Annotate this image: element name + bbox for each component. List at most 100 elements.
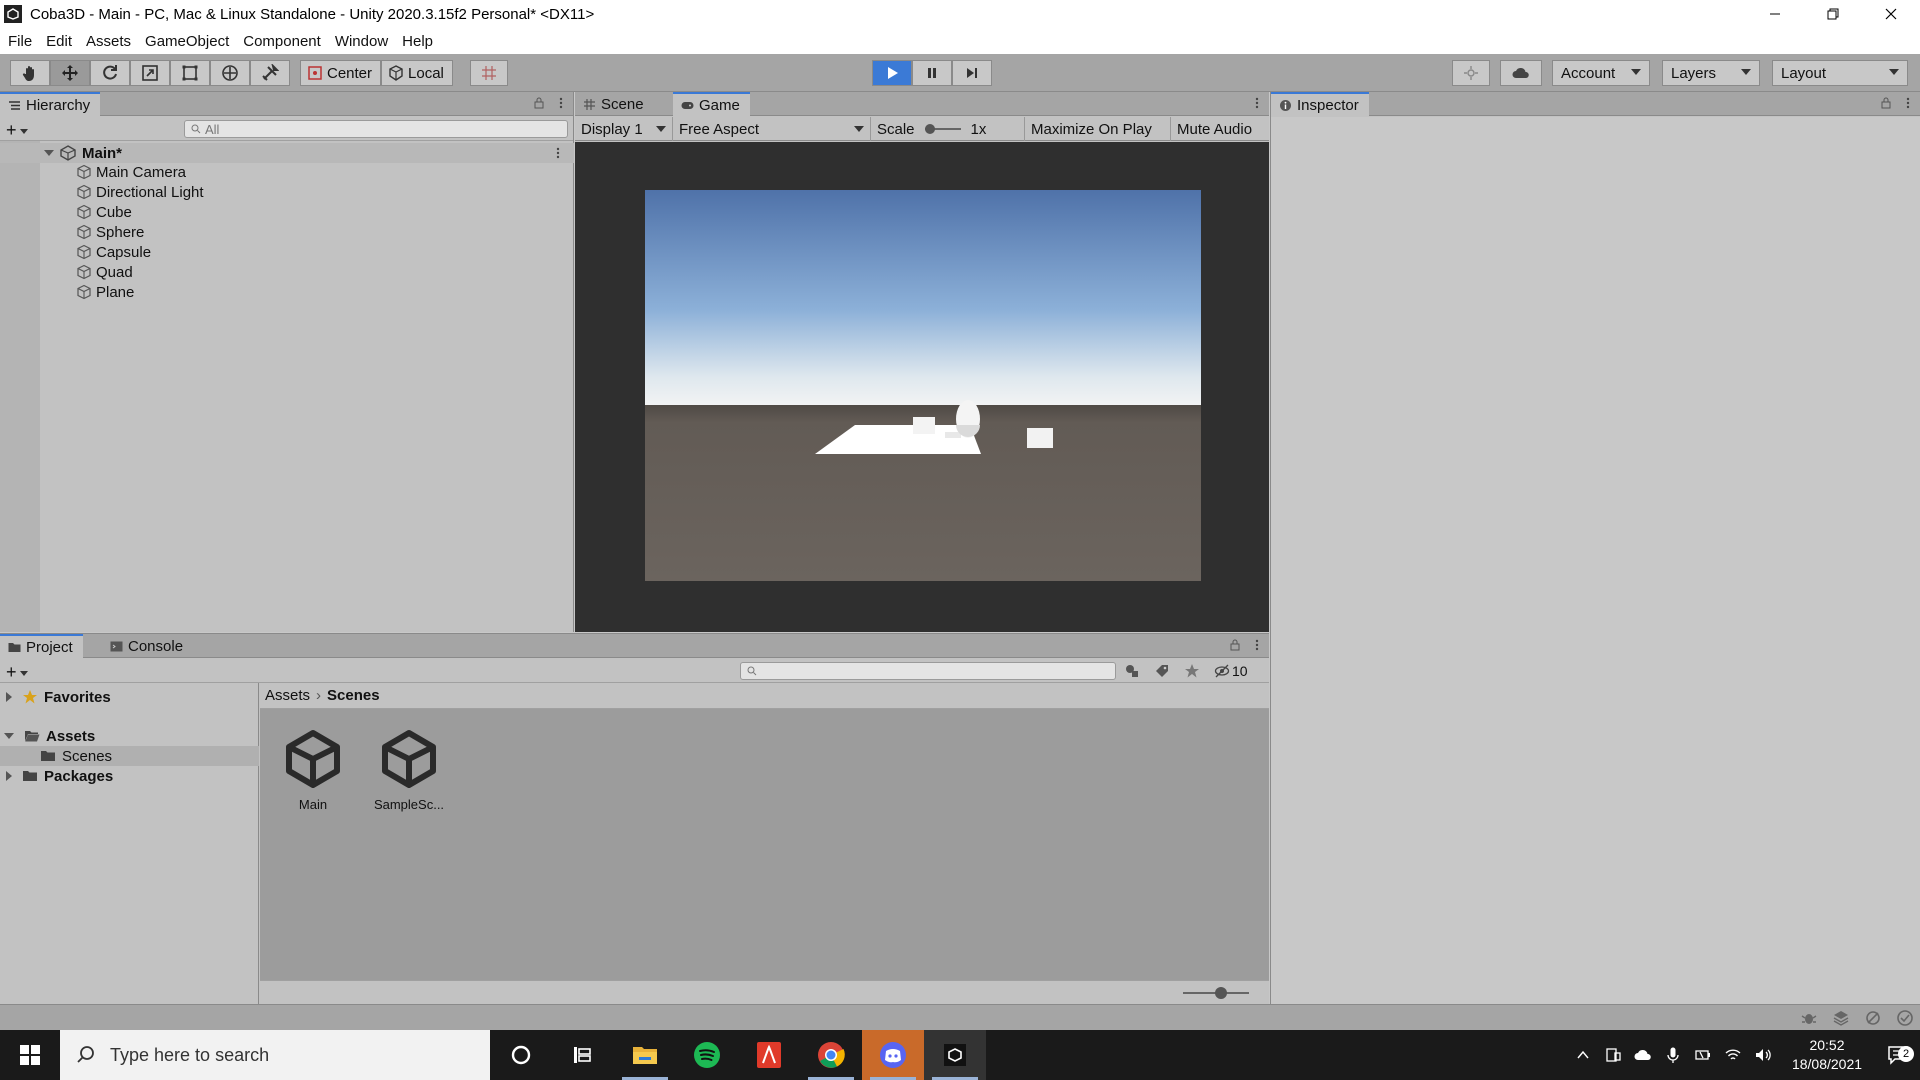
kebab-menu-icon[interactable] [1251,97,1263,109]
pivot-local-button[interactable]: Local [381,60,453,86]
hand-tool-button[interactable] [10,60,50,86]
spotify-app[interactable] [676,1030,738,1080]
acrobat-app[interactable] [738,1030,800,1080]
hierarchy-item-directional-light[interactable]: Directional Light [76,182,204,202]
bug-icon[interactable] [1800,1009,1818,1027]
microphone-icon[interactable] [1664,1046,1682,1064]
lock-icon[interactable] [533,97,545,109]
transform-tool-button[interactable] [210,60,250,86]
expand-arrow-icon[interactable] [6,771,12,781]
move-tool-button[interactable] [50,60,90,86]
step-button[interactable] [952,60,992,86]
file-explorer-app[interactable] [614,1030,676,1080]
layers-dropdown[interactable]: Layers [1662,60,1760,86]
collab-button[interactable] [1452,60,1490,86]
collapse-arrow-icon[interactable] [4,733,14,739]
menu-gameobject[interactable]: GameObject [145,33,229,50]
display-select[interactable]: Display 1 [575,117,673,141]
kebab-menu-icon[interactable] [1902,97,1914,109]
hierarchy-scene-row[interactable]: Main* [0,143,574,163]
device-icon[interactable] [1604,1046,1622,1064]
pivot-center-button[interactable]: Center [300,60,382,86]
star-icon[interactable] [1184,663,1200,679]
cloud-button[interactable] [1500,60,1542,86]
restore-button[interactable] [1804,0,1862,28]
task-view-button[interactable] [552,1030,614,1080]
tab-project[interactable]: Project [0,634,83,658]
expand-arrow-icon[interactable] [6,692,12,702]
tab-game[interactable]: Game [673,92,750,116]
pause-button[interactable] [912,60,952,86]
tree-packages[interactable]: Packages [6,766,113,786]
asset-sample-scene[interactable]: SampleSc... [364,727,454,812]
breadcrumb-assets[interactable]: Assets [265,687,310,704]
aspect-select[interactable]: Free Aspect [673,117,871,141]
auto-generate-lighting-icon[interactable] [1864,1009,1882,1027]
hierarchy-search-input[interactable]: All [184,120,568,138]
unity-app[interactable] [924,1030,986,1080]
maximize-on-play-toggle[interactable]: Maximize On Play [1025,117,1171,141]
rect-tool-button[interactable] [170,60,210,86]
chevron-up-icon[interactable] [1574,1046,1592,1064]
chrome-app[interactable] [800,1030,862,1080]
play-button[interactable] [872,60,912,86]
check-circle-icon[interactable] [1896,1009,1914,1027]
action-center-button[interactable]: 2 [1876,1044,1920,1066]
mute-audio-toggle[interactable]: Mute Audio [1171,117,1269,141]
scale-tool-button[interactable] [130,60,170,86]
project-search-input[interactable] [740,662,1116,680]
lock-icon[interactable] [1229,639,1241,651]
menu-component[interactable]: Component [243,33,321,50]
menu-edit[interactable]: Edit [46,33,72,50]
hierarchy-item-main-camera[interactable]: Main Camera [76,162,186,182]
project-create-button[interactable]: + [6,662,28,683]
custom-tool-button[interactable] [250,60,290,86]
layout-dropdown[interactable]: Layout [1772,60,1908,86]
tab-scene[interactable]: Scene [575,92,654,116]
tab-console[interactable]: Console [102,634,193,658]
tree-scenes[interactable]: Scenes [40,746,112,766]
scale-slider[interactable] [923,122,963,136]
onedrive-cloud-icon[interactable] [1634,1046,1652,1064]
rotate-tool-button[interactable] [90,60,130,86]
grid-snapping-button[interactable] [470,60,508,86]
menu-help[interactable]: Help [402,33,433,50]
hierarchy-item-quad[interactable]: Quad [76,262,133,282]
game-viewport[interactable] [645,190,1201,581]
menu-assets[interactable]: Assets [86,33,131,50]
lock-icon[interactable] [1880,97,1892,109]
discord-app[interactable] [862,1030,924,1080]
hierarchy-item-cube[interactable]: Cube [76,202,132,222]
icon-size-slider[interactable] [1181,986,1251,1000]
asset-main-scene[interactable]: Main [268,727,358,812]
close-button[interactable] [1862,0,1920,28]
hierarchy-item-capsule[interactable]: Capsule [76,242,151,262]
account-dropdown[interactable]: Account [1552,60,1650,86]
cortana-button[interactable] [490,1030,552,1080]
tab-inspector[interactable]: Inspector [1271,92,1369,116]
scene-menu-icon[interactable] [552,147,564,159]
start-button[interactable] [0,1030,60,1080]
hierarchy-item-sphere[interactable]: Sphere [76,222,144,242]
label-tag-icon[interactable] [1154,663,1170,679]
kebab-menu-icon[interactable] [555,97,567,109]
search-by-type-icon[interactable] [1124,663,1140,679]
battery-icon[interactable] [1694,1046,1712,1064]
tree-assets[interactable]: Assets [4,726,95,746]
wifi-icon[interactable] [1724,1046,1742,1064]
breadcrumb-scenes[interactable]: Scenes [327,687,380,704]
layers-stack-icon[interactable] [1832,1009,1850,1027]
hidden-packages-toggle[interactable]: 10 [1214,663,1248,679]
hierarchy-create-button[interactable]: + [6,120,28,141]
volume-icon[interactable] [1754,1046,1772,1064]
menu-window[interactable]: Window [335,33,388,50]
tab-hierarchy[interactable]: Hierarchy [0,92,101,116]
hierarchy-item-plane[interactable]: Plane [76,282,134,302]
taskbar-clock[interactable]: 20:52 18/08/2021 [1778,1036,1876,1074]
taskbar-search-input[interactable]: Type here to search [60,1030,490,1080]
minimize-button[interactable] [1746,0,1804,28]
menu-file[interactable]: File [8,33,32,50]
tree-favorites[interactable]: Favorites [6,687,111,707]
game-view[interactable] [575,142,1269,632]
kebab-menu-icon[interactable] [1251,639,1263,651]
